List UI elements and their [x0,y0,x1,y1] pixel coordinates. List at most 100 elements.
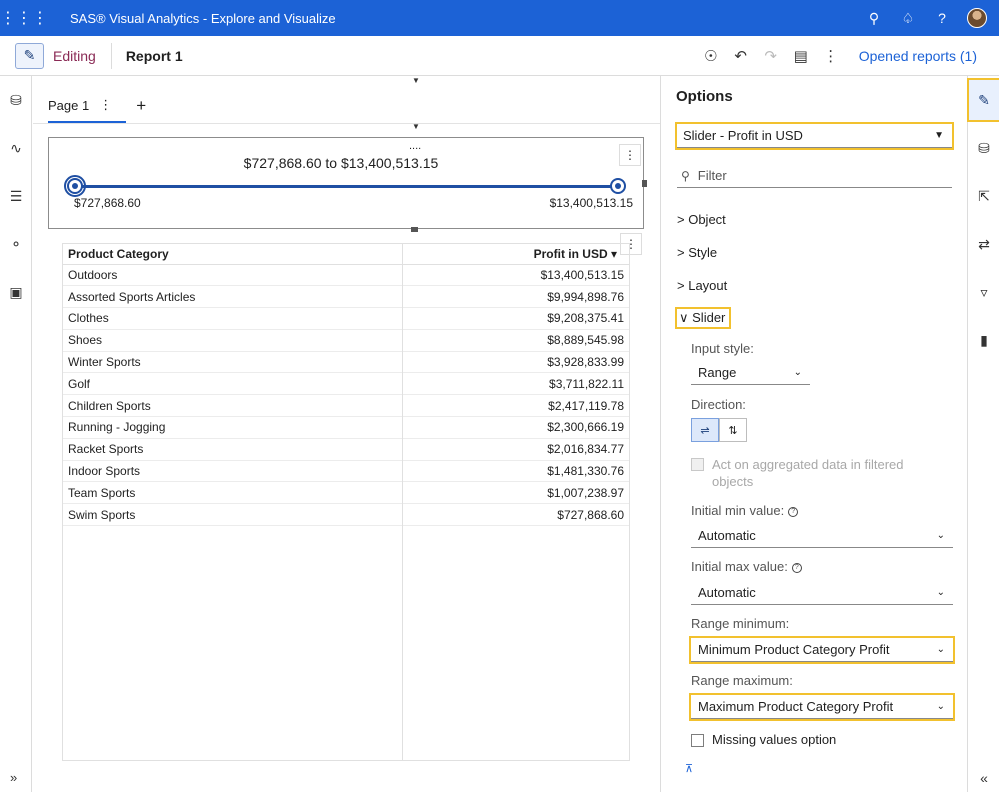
collapse-caret-icon[interactable]: ▼ [412,76,420,85]
pencil-icon: ✎ [23,47,36,63]
roles-icon[interactable]: ⛁ [968,140,999,157]
missing-values-checkbox[interactable] [691,734,704,747]
resize-handle-bottom[interactable] [411,227,418,232]
range-max-select[interactable]: Maximum Product Category Profit ⌄ [689,693,955,721]
report-title[interactable]: Report 1 [126,48,183,64]
initial-max-label-text: Initial max value: [691,559,788,574]
help-icon[interactable]: ? [788,506,799,517]
objects-icon[interactable]: ∿ [0,140,32,157]
initial-max-select[interactable]: Automatic ⌄ [691,581,953,605]
search-icon[interactable]: ⚲ [865,10,883,27]
section-object[interactable]: > Object [677,212,726,227]
app-header: ⋮⋮⋮ SAS® Visual Analytics - Explore and … [0,0,999,36]
table-row[interactable]: Outdoors $13,400,513.15 [63,264,629,287]
initial-min-label-text: Initial min value: [691,503,785,518]
slider-track[interactable] [75,185,619,188]
report-icon[interactable]: ▣ [0,284,32,301]
options-pane-icon[interactable]: ✎ [967,78,999,122]
column-header-product-category[interactable]: Product Category [63,244,403,265]
direction-label: Direction: [691,397,746,412]
suggestions-icon[interactable]: ⚬ [0,236,32,253]
cell-product-category: Shoes [63,329,403,352]
cell-product-category: Indoor Sports [63,460,403,483]
table-row[interactable]: Winter Sports $3,928,833.99 [63,351,629,374]
more-options-icon[interactable]: ⋮ [821,47,841,65]
slider-min-label: $727,868.60 [74,196,141,210]
drag-handle[interactable]: .... [409,140,421,152]
help-icon[interactable]: ? [791,562,802,573]
initial-min-select[interactable]: Automatic ⌄ [691,524,953,548]
chevron-down-icon: ⌄ [793,367,802,378]
edit-mode-button[interactable]: ✎ [15,42,44,69]
collapse-right-icon[interactable]: « [968,770,999,786]
save-icon[interactable]: ▤ [791,47,811,65]
tabs-divider [33,123,660,124]
range-min-select[interactable]: Minimum Product Category Profit ⌄ [689,636,955,664]
table-row[interactable]: Team Sports $1,007,238.97 [63,481,629,505]
help-icon[interactable]: ? [933,10,951,26]
table-row[interactable]: Shoes $8,889,545.98 [63,329,629,352]
direction-vertical-button[interactable]: ⇅ [719,418,747,442]
expand-left-icon[interactable]: » [10,770,17,785]
cell-profit: $1,007,238.97 [402,481,629,505]
cell-profit: $9,208,375.41 [402,307,629,330]
actions-icon[interactable]: ⇱ [968,188,999,205]
cell-profit: $9,994,898.76 [402,285,629,309]
section-slider[interactable]: ∨ Slider [674,307,732,329]
object-select[interactable]: Slider - Profit in USD ▼ [675,122,954,150]
outline-icon[interactable]: ☰ [0,188,32,205]
opened-reports-link[interactable]: Opened reports (1) [859,48,977,64]
page-caret-icon[interactable]: ▼ [412,122,420,131]
act-on-aggregated-checkbox-row: Act on aggregated data in filtered objec… [691,456,932,490]
resize-handle-right[interactable] [642,180,647,187]
rules-icon[interactable]: ⇄ [968,236,999,253]
add-page-icon[interactable]: + [136,96,146,116]
initial-min-label: Initial min value:? [691,503,799,518]
slider-min-thumb[interactable] [64,175,86,197]
search-icon: ⚲ [681,168,690,183]
filter-icon[interactable]: ▿ [968,284,999,301]
refresh-data-icon[interactable]: ☉ [701,47,721,65]
filter-placeholder: Filter [697,168,727,183]
slider-object[interactable]: .... $727,868.60 to $13,400,513.15 ⋮ $72… [48,137,647,232]
chevron-down-icon: ⌄ [936,644,945,655]
data-icon[interactable]: ⛁ [0,92,32,109]
slider-max-thumb[interactable] [610,178,626,194]
cell-profit: $2,016,834.77 [402,438,629,461]
slider-menu-icon[interactable]: ⋮ [619,144,641,166]
table-header-row: Product Category Profit in USD ▾ [63,244,629,265]
table-row[interactable]: Running - Jogging $2,300,666.19 [63,416,629,439]
options-title: Options [676,88,733,105]
redo-icon[interactable]: ↷ [761,47,781,65]
tab-menu-icon[interactable]: ⋮ [99,97,112,113]
input-style-value: Range [698,365,737,380]
direction-horizontal-button[interactable]: ⇌ [691,418,719,442]
table-row[interactable]: Swim Sports $727,868.60 [63,503,629,527]
app-switcher-icon[interactable]: ⋮⋮⋮ [0,8,48,28]
table-row[interactable]: Assorted Sports Articles $9,994,898.76 [63,285,629,309]
act-on-aggregated-checkbox[interactable] [691,458,704,471]
filter-input[interactable]: ⚲ Filter [677,164,952,188]
tab-page-1[interactable]: Page 1 ⋮ [48,89,127,123]
input-style-select[interactable]: Range ⌄ [691,361,810,385]
chevron-down-icon: ▼ [934,130,944,141]
chevron-down-icon: ⌄ [936,587,945,598]
section-layout[interactable]: > Layout [677,278,727,293]
pin-icon[interactable]: ⊼ [685,762,693,775]
avatar[interactable] [967,8,987,28]
table-row[interactable]: Racket Sports $2,016,834.77 [63,438,629,461]
undo-icon[interactable]: ↶ [731,47,751,65]
table-row[interactable]: Clothes $9,208,375.41 [63,307,629,330]
section-object-label: Object [688,212,726,227]
ranks-icon[interactable]: ▮ [968,332,999,349]
table-row[interactable]: Indoor Sports $1,481,330.76 [63,460,629,483]
section-style[interactable]: > Style [677,245,717,260]
direction-toggle: ⇌ ⇅ [691,418,747,442]
table-row[interactable]: Children Sports $2,417,119.78 [63,394,629,418]
cell-profit: $13,400,513.15 [402,264,629,287]
bell-icon[interactable]: ♤ [899,10,917,27]
report-toolbar: ✎ Editing Report 1 ☉ ↶ ↷ ▤ ⋮ Opened repo… [0,36,999,76]
column-header-profit[interactable]: Profit in USD ▾ [402,244,629,265]
table-row[interactable]: Golf $3,711,822.11 [63,372,629,396]
object-select-value: Slider - Profit in USD [683,128,803,143]
